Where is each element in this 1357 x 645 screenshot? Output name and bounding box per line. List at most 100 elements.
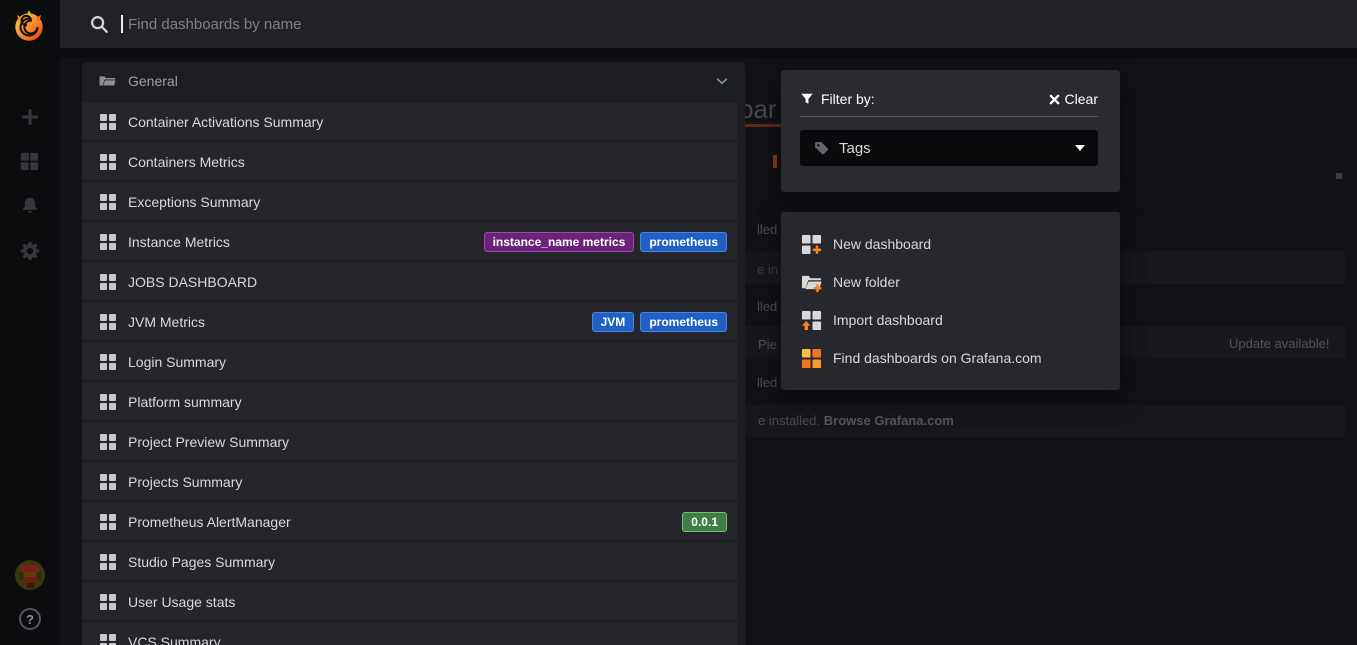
dashboard-title: Login Summary: [128, 354, 226, 370]
dashboard-icon: [100, 634, 116, 645]
folder-section-general[interactable]: General: [82, 62, 745, 100]
background-accent-fragment: [773, 155, 777, 168]
dashboard-icon: [100, 514, 116, 530]
dashboard-title: Containers Metrics: [128, 154, 245, 170]
dashboard-row[interactable]: Platform summary: [82, 383, 737, 420]
tags-filter-select[interactable]: Tags: [800, 130, 1098, 166]
chevron-down-icon[interactable]: [713, 72, 731, 90]
background-installed-text: e installed. Browse Grafana.com: [758, 413, 954, 428]
folder-open-icon: [98, 72, 117, 91]
grafana-app: oar lled e in lled Pie lled e installed.…: [0, 0, 1357, 645]
clear-filters-button[interactable]: Clear: [1049, 91, 1098, 107]
search-topbar: [60, 0, 1357, 48]
menu-item-find-dashboards-grafana-com[interactable]: Find dashboards on Grafana.com: [781, 339, 1120, 377]
dashboard-row[interactable]: Project Preview Summary: [82, 423, 737, 460]
dashboard-title: Exceptions Summary: [128, 194, 260, 210]
dashboard-row[interactable]: Login Summary: [82, 343, 737, 380]
filter-header: Filter by: Clear: [800, 91, 1098, 117]
dashboard-title: Instance Metrics: [128, 234, 230, 250]
dashboard-title: User Usage stats: [128, 594, 235, 610]
dashboard-title: Project Preview Summary: [128, 434, 289, 450]
menu-item-label: Import dashboard: [833, 312, 943, 328]
dashboard-title: Studio Pages Summary: [128, 554, 275, 570]
dashboard-title: Projects Summary: [128, 474, 242, 490]
dashboard-icon: [100, 394, 116, 410]
dashboard-title: VCS Summary: [128, 634, 221, 645]
tag-badge[interactable]: 0.0.1: [682, 512, 727, 532]
dashboard-row[interactable]: Studio Pages Summary: [82, 543, 737, 580]
alerts-bell-icon[interactable]: [19, 195, 41, 222]
tag-list: 0.0.1: [682, 512, 737, 532]
background-update-badge: Update available!: [1229, 336, 1329, 351]
menu-item-new-dashboard[interactable]: New dashboard: [781, 225, 1120, 263]
tag-badge[interactable]: prometheus: [640, 232, 727, 252]
dashboard-icon: [100, 354, 116, 370]
background-row-fragment: e in: [757, 262, 778, 277]
menu-item-import-dashboard[interactable]: Import dashboard: [781, 301, 1120, 339]
dashboard-icon: [100, 114, 116, 130]
dashboard-row[interactable]: JVM Metrics JVM prometheus: [82, 303, 737, 340]
dashboard-actions-menu: New dashboard New folder: [781, 212, 1120, 390]
new-folder-icon: [801, 272, 822, 293]
dashboard-icon: [100, 234, 116, 250]
tag-icon: [813, 140, 830, 157]
caret-down-icon: [1075, 145, 1085, 151]
tag-badge[interactable]: JVM: [592, 312, 635, 332]
search-results-panel: General Container Activations Summary Co…: [82, 62, 745, 645]
dashboard-row[interactable]: Containers Metrics: [82, 143, 737, 180]
background-row-fragment: lled: [757, 375, 777, 390]
menu-item-label: New dashboard: [833, 236, 931, 252]
search-icon: [88, 13, 110, 35]
filter-title: Filter by:: [821, 91, 875, 107]
background-installed-fragment: e installed.: [758, 413, 824, 428]
background-row-fragment: lled: [757, 299, 777, 314]
dashboard-row[interactable]: VCS Summary: [82, 623, 737, 645]
dashboard-row[interactable]: Instance Metrics instance_name metrics p…: [82, 223, 737, 260]
tag-list: instance_name metrics prometheus: [484, 232, 737, 252]
grafana-logo[interactable]: [10, 7, 48, 50]
tags-select-value: Tags: [839, 140, 871, 157]
new-dashboard-icon: [801, 234, 822, 255]
funnel-icon: [800, 92, 814, 106]
dashboard-title: JVM Metrics: [128, 314, 205, 330]
background-row-fragment: Pie: [758, 337, 777, 352]
background-external-link-icon: [1336, 173, 1342, 179]
tag-badge[interactable]: prometheus: [640, 312, 727, 332]
dashboard-icon: [100, 474, 116, 490]
dashboard-row[interactable]: Container Activations Summary: [82, 103, 737, 140]
settings-gear-icon[interactable]: [19, 240, 41, 267]
dashboard-title: Container Activations Summary: [128, 114, 323, 130]
background-browse-link: Browse Grafana.com: [824, 413, 954, 428]
folder-label: General: [128, 73, 178, 89]
search-input[interactable]: [126, 15, 770, 34]
dashboard-row[interactable]: User Usage stats: [82, 583, 737, 620]
dashboard-title: JOBS DASHBOARD: [128, 274, 257, 290]
user-avatar[interactable]: [15, 560, 45, 595]
tag-list: JVM prometheus: [592, 312, 737, 332]
dashboard-icon: [100, 594, 116, 610]
dashboard-row[interactable]: JOBS DASHBOARD: [82, 263, 737, 300]
help-icon[interactable]: ?: [19, 608, 41, 630]
tag-badge[interactable]: instance_name metrics: [484, 232, 635, 252]
dashboard-icon: [100, 154, 116, 170]
dashboard-row[interactable]: Prometheus AlertManager 0.0.1: [82, 503, 737, 540]
topbar-divider: [60, 48, 1357, 58]
dashboard-icon: [100, 194, 116, 210]
grafana-com-grid-icon: [801, 348, 822, 369]
side-menu: ?: [0, 0, 60, 645]
dashboard-icon: [100, 314, 116, 330]
dashboard-icon: [100, 434, 116, 450]
plus-icon[interactable]: [18, 105, 42, 134]
import-dashboard-icon: [801, 310, 822, 331]
menu-item-new-folder[interactable]: New folder: [781, 263, 1120, 301]
clear-label: Clear: [1065, 91, 1098, 107]
menu-item-label: New folder: [833, 274, 900, 290]
dashboard-row[interactable]: Exceptions Summary: [82, 183, 737, 220]
dashboard-title: Platform summary: [128, 394, 242, 410]
dashboard-row[interactable]: Projects Summary: [82, 463, 737, 500]
menu-item-label: Find dashboards on Grafana.com: [833, 350, 1042, 366]
text-cursor: [121, 15, 123, 33]
dashboards-grid-icon[interactable]: [18, 150, 41, 178]
filter-panel: Filter by: Clear Tags: [781, 70, 1120, 192]
dashboard-icon: [100, 274, 116, 290]
